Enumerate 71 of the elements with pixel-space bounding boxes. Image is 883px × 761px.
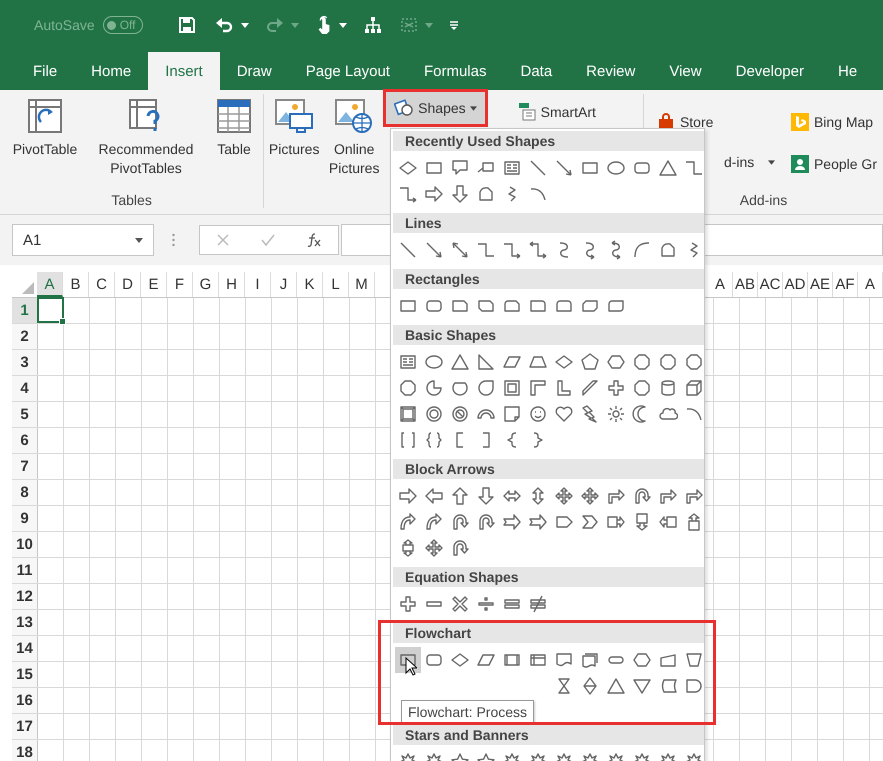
column-header[interactable]: AE	[808, 272, 833, 297]
section-header: Stars and Banners	[393, 725, 704, 745]
column-header[interactable]: AD	[783, 272, 808, 297]
ribbon-tab[interactable]: Page Layout	[288, 52, 407, 90]
ribbon-tab[interactable]: Developer	[718, 52, 821, 90]
column-header[interactable]: B	[63, 272, 89, 297]
row-header[interactable]: 12	[12, 584, 38, 609]
column-header[interactable]: AC	[758, 272, 783, 297]
ribbon-button[interactable]: Recommended PivotTables	[84, 94, 208, 182]
section-header: Rectangles	[393, 269, 704, 289]
row-header[interactable]: 15	[12, 662, 38, 687]
column-header[interactable]: A	[858, 272, 883, 297]
column-header[interactable]: L	[323, 272, 349, 297]
column-header[interactable]: G	[193, 272, 219, 297]
section-header: Lines	[393, 213, 704, 233]
ribbon-button[interactable]: Pictures	[264, 94, 324, 163]
name-box[interactable]: A1	[12, 224, 154, 256]
section-header: Flowchart	[393, 623, 704, 643]
ribbon-tab[interactable]: File	[16, 52, 74, 90]
ribbon-button[interactable]: People Gr	[784, 150, 883, 178]
autosave-label: AutoSave	[34, 17, 95, 33]
ribbon-tab[interactable]: Data	[503, 52, 570, 90]
ribbon-button[interactable]: d-ins	[718, 150, 782, 174]
column-header[interactable]: A	[37, 272, 63, 297]
ribbon-button[interactable]: PivotTable	[6, 94, 84, 163]
group-label: Tables	[110, 192, 153, 208]
row-header[interactable]: 4	[12, 376, 38, 401]
ribbon-tab[interactable]: Formulas	[406, 52, 504, 90]
column-header[interactable]: I	[245, 272, 271, 297]
row-header[interactable]: 9	[12, 506, 38, 531]
row-header[interactable]: 13	[12, 610, 38, 635]
row-header[interactable]: 1	[12, 298, 38, 323]
column-header[interactable]: F	[167, 272, 193, 297]
group-label: Add-ins	[738, 192, 788, 208]
row-header[interactable]: 17	[12, 714, 38, 739]
ribbon-tab[interactable]: Review	[569, 52, 652, 90]
row-header[interactable]: 5	[12, 402, 38, 427]
ribbon-tab[interactable]: View	[652, 52, 719, 90]
section-header: Basic Shapes	[393, 325, 704, 345]
ribbon-tab[interactable]: Draw	[220, 52, 289, 90]
row-header[interactable]: 10	[12, 532, 38, 557]
column-header[interactable]: A	[708, 272, 733, 297]
column-header[interactable]: AB	[733, 272, 758, 297]
row-header[interactable]: 8	[12, 480, 38, 505]
section-header: Block Arrows	[393, 459, 704, 479]
row-header[interactable]: 6	[12, 428, 38, 453]
column-header[interactable]: AF	[833, 272, 858, 297]
row-header[interactable]: 16	[12, 688, 38, 713]
row-header[interactable]: 3	[12, 350, 38, 375]
row-header[interactable]: 7	[12, 454, 38, 479]
ribbon-tab[interactable]: He	[820, 52, 874, 90]
column-header[interactable]: E	[141, 272, 167, 297]
ribbon-button[interactable]: Bing Map	[784, 108, 883, 136]
column-header[interactable]: M	[349, 272, 375, 297]
column-header[interactable]: K	[297, 272, 323, 297]
ribbon-button[interactable]: Table	[208, 94, 260, 163]
ribbon-button[interactable]: Online Pictures	[324, 94, 384, 182]
ribbon-tab[interactable]: Home	[74, 52, 148, 90]
column-header[interactable]: C	[89, 272, 115, 297]
column-header[interactable]: H	[219, 272, 245, 297]
section-header: Equation Shapes	[393, 567, 704, 587]
ribbon-button[interactable]: Shapes	[386, 92, 485, 124]
section-header: Recently Used Shapes	[393, 131, 704, 151]
ribbon-button[interactable]: SmartArt	[510, 98, 602, 126]
column-header[interactable]: D	[115, 272, 141, 297]
row-header[interactable]: 18	[12, 740, 38, 761]
column-header[interactable]: J	[271, 272, 297, 297]
row-header[interactable]: 2	[12, 324, 38, 349]
row-header[interactable]: 11	[12, 558, 38, 583]
row-header[interactable]: 14	[12, 636, 38, 661]
ribbon-tab[interactable]: Insert	[148, 52, 220, 90]
